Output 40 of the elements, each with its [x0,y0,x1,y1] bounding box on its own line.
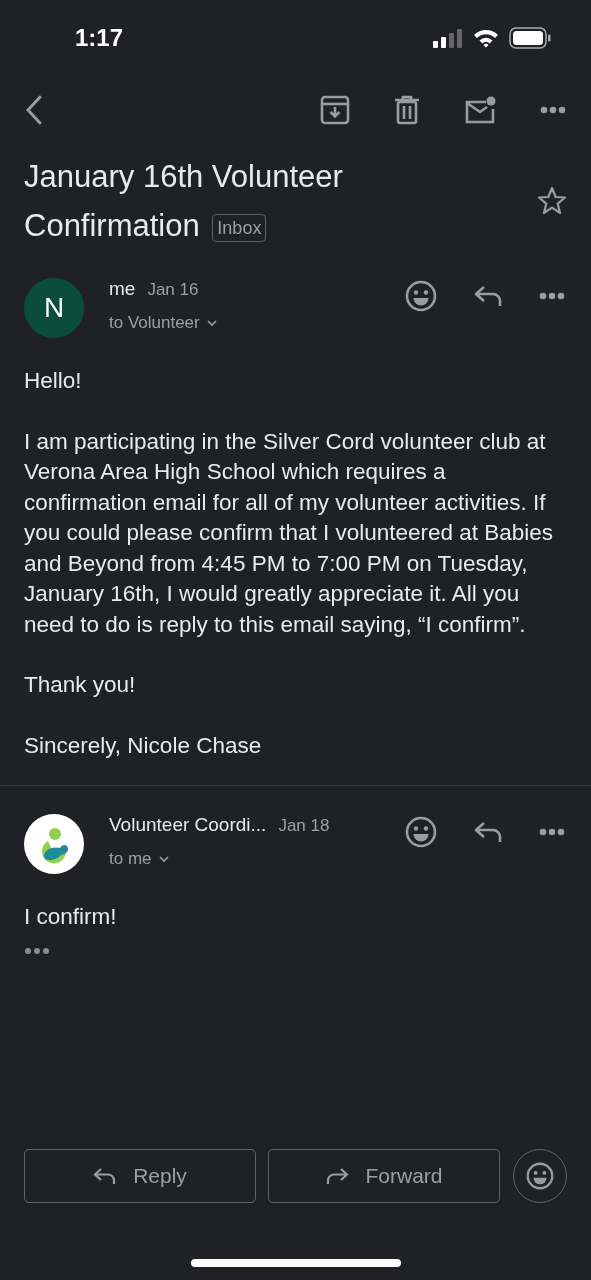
mail-icon[interactable] [464,96,496,124]
more-icon[interactable] [540,106,566,114]
message-date: Jan 18 [278,815,330,837]
inbox-label[interactable]: Inbox [212,213,267,242]
recipient-toggle[interactable]: to Volunteer [109,313,218,333]
message-date: Jan 16 [147,279,199,301]
sender-avatar[interactable]: N [24,278,84,338]
recipient-toggle[interactable]: to me [109,849,170,869]
back-icon[interactable] [24,94,44,126]
more-icon[interactable] [539,828,565,836]
wifi-icon [473,28,499,48]
sender-name: Volunteer Coordi... [109,813,267,837]
sender-name: me [109,277,136,301]
forward-icon [325,1167,350,1185]
show-trimmed-icon[interactable] [24,946,50,955]
emoji-icon [526,1162,554,1190]
sender-logo[interactable] [24,814,84,874]
signal-icon [433,28,463,48]
status-time: 1:17 [75,24,124,52]
star-icon[interactable] [537,186,567,216]
message-paragraph: I confirm! [24,903,118,931]
more-icon[interactable] [539,292,565,300]
trash-icon[interactable] [394,95,420,125]
reply-icon [93,1167,118,1185]
battery-icon [509,27,551,49]
message-paragraph: Sincerely, Nicole Chase [24,731,263,760]
forward-button[interactable]: Forward [268,1149,500,1203]
archive-icon[interactable] [320,95,350,125]
emoji-button[interactable] [513,1149,567,1203]
emoji-icon[interactable] [405,816,437,848]
emoji-icon[interactable] [405,280,437,312]
message-paragraph: Thank you! [24,671,137,699]
message-paragraph: Hello! [24,367,83,395]
email-subject: January 16th Volunteer Confirmation Inbox [24,158,344,245]
chevron-down-icon[interactable] [157,855,170,863]
reply-button[interactable]: Reply [24,1149,256,1203]
reply-icon[interactable] [473,820,503,844]
chevron-down-icon[interactable] [205,319,218,327]
reply-icon[interactable] [473,284,503,308]
message-paragraph: I am participating in the Silver Cord volunteer club at Verona Area High School which requires a confirmation email for all of my volunteer activities. If you could please confirm that I volunteered at Babies and Beyond from 4:45 PM to 7:00 PM on Tuesday, January 16th, I would greatly appreciate it. All you need to do is reply to this email saying, “I confirm”. [24,427,555,639]
